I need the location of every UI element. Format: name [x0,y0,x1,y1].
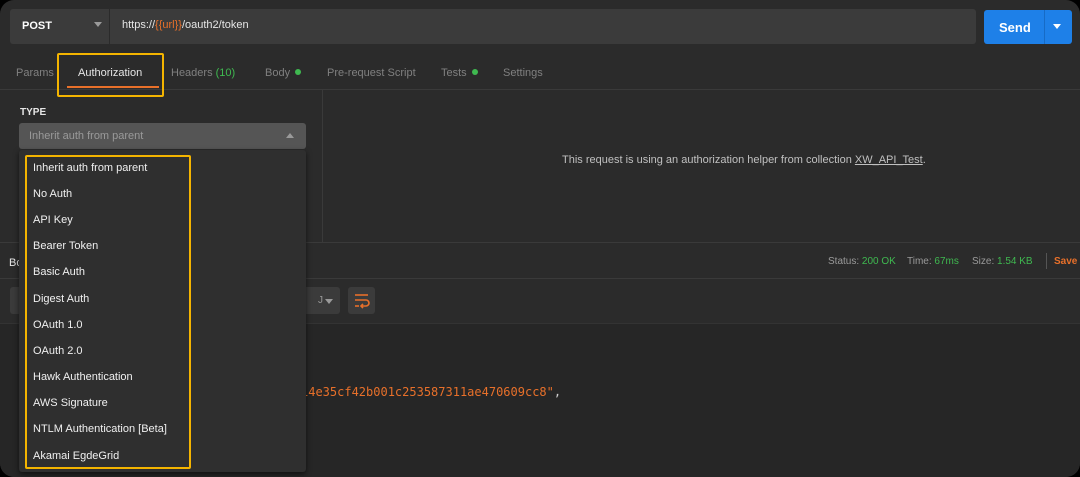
auth-helper-message: This request is using an authorization h… [562,154,926,166]
helper-end: . [922,154,926,166]
tab-tests-label: Tests [441,67,467,79]
auth-type-selected-value: Inherit auth from parent [29,130,144,142]
status-dot-icon [295,69,302,75]
type-label: TYPE [20,107,47,118]
chevron-down-icon [94,22,102,27]
wrap-lines-icon [355,294,370,309]
send-divider [1044,10,1045,44]
collection-link[interactable]: XW_API_Test [855,154,923,166]
auth-type-select[interactable]: Inherit auth from parent [19,123,306,149]
tab-headers[interactable]: Headers (10) [171,67,235,79]
url-prefix: https:// [122,19,156,31]
time-label: Time: [907,256,932,267]
size-label: Size: [972,256,995,267]
helper-text: This request is using an authorization h… [562,154,855,166]
tab-tests[interactable]: Tests [441,67,478,79]
status-dot-icon [471,69,478,75]
response-status: Status: 200 OK [828,256,896,267]
request-url-bar: POST https://{{url}}/oauth2/token [10,9,976,44]
tab-headers-label: Headers [171,67,213,79]
url-input[interactable]: https://{{url}}/oauth2/token [122,19,249,31]
url-suffix: /oauth2/token [181,19,249,31]
save-response-button[interactable]: Save [1054,256,1077,267]
response-time: Time: 67ms [907,256,959,267]
code-punctuation: , [553,385,562,399]
tab-headers-count: (10) [215,67,236,79]
dropdown-highlight [25,155,191,469]
chevron-down-icon [325,299,333,304]
code-string: 14e35cf42b001c253587311ae470609cc8" [301,385,554,399]
size-value: 1.54 KB [997,256,1033,267]
wrap-lines-button[interactable] [348,287,375,314]
send-options-chevron-icon[interactable] [1053,24,1061,29]
chevron-up-icon [286,133,294,138]
divider [1046,253,1047,269]
send-label: Send [999,20,1031,35]
app-window: POST https://{{url}}/oauth2/token Send P… [0,0,1080,477]
url-variable: {{url}} [155,19,182,31]
tab-pre-request-script[interactable]: Pre-request Script [327,67,416,79]
time-value: 67ms [934,256,959,267]
send-button[interactable]: Send [984,10,1072,44]
tab-body-label: Body [265,67,291,79]
response-size: Size: 1.54 KB [972,256,1033,267]
tab-body[interactable]: Body [265,67,302,79]
status-label: Status: [828,256,860,267]
code-line: 14e35cf42b001c253587311ae470609cc8", [301,385,561,399]
tab-params[interactable]: Params [16,67,54,79]
format-select-value: J [318,295,323,306]
format-select[interactable]: J [300,287,340,314]
method-select[interactable]: POST [10,9,110,44]
method-label: POST [22,20,52,32]
tab-settings[interactable]: Settings [503,67,543,79]
status-value: 200 OK [861,256,896,267]
